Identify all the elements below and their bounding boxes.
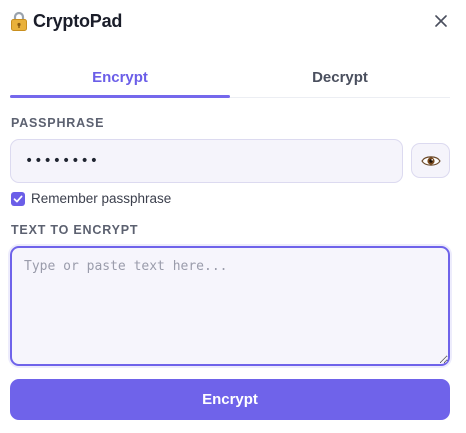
mode-tabs: Encrypt Decrypt (10, 58, 450, 98)
app-header: CryptoPad (10, 6, 452, 36)
close-icon (435, 15, 447, 27)
eye-icon (420, 155, 441, 166)
text-input-label: TEXT TO ENCRYPT (11, 223, 139, 237)
remember-label: Remember passphrase (31, 191, 172, 206)
passphrase-input[interactable] (10, 139, 403, 183)
remember-passphrase-toggle[interactable]: Remember passphrase (11, 191, 171, 206)
lock-icon (10, 11, 28, 31)
text-to-encrypt-input[interactable] (10, 246, 450, 366)
app-title: CryptoPad (33, 10, 123, 31)
tab-decrypt[interactable]: Decrypt (230, 58, 450, 97)
brand: CryptoPad (10, 11, 122, 32)
toggle-visibility-button[interactable] (411, 143, 450, 178)
checkmark-icon (13, 195, 23, 202)
tab-encrypt[interactable]: Encrypt (10, 58, 230, 98)
encrypt-button[interactable]: Encrypt (10, 379, 450, 420)
passphrase-label: PASSPHRASE (11, 116, 105, 130)
remember-checkbox[interactable] (11, 191, 25, 206)
close-button[interactable] (430, 10, 452, 32)
